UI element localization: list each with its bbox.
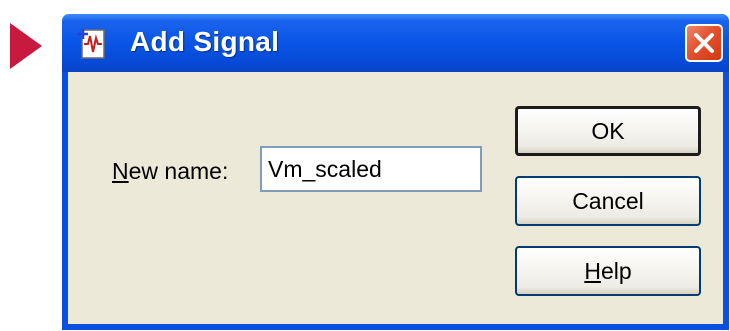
new-name-input[interactable] bbox=[260, 146, 482, 192]
new-name-label-text: ew name: bbox=[128, 158, 229, 184]
screen: Add Signal New name: OK Cancel Help bbox=[0, 0, 730, 331]
close-icon bbox=[694, 33, 714, 53]
new-name-label-mnemonic: N bbox=[112, 158, 129, 184]
help-button[interactable]: Help bbox=[515, 246, 701, 296]
ok-button[interactable]: OK bbox=[515, 106, 701, 156]
add-signal-dialog: Add Signal New name: OK Cancel Help bbox=[62, 14, 729, 330]
help-button-mnemonic: H bbox=[584, 258, 601, 284]
cancel-button[interactable]: Cancel bbox=[515, 176, 701, 226]
title-bar[interactable]: Add Signal bbox=[62, 14, 729, 72]
new-name-label: New name: bbox=[112, 158, 228, 185]
callout-arrow-icon bbox=[10, 23, 42, 69]
signal-document-icon bbox=[78, 28, 108, 60]
close-button[interactable] bbox=[685, 24, 723, 62]
dialog-title: Add Signal bbox=[130, 26, 280, 57]
help-button-text: elp bbox=[600, 258, 632, 284]
dialog-body: New name: OK Cancel Help bbox=[68, 72, 723, 324]
